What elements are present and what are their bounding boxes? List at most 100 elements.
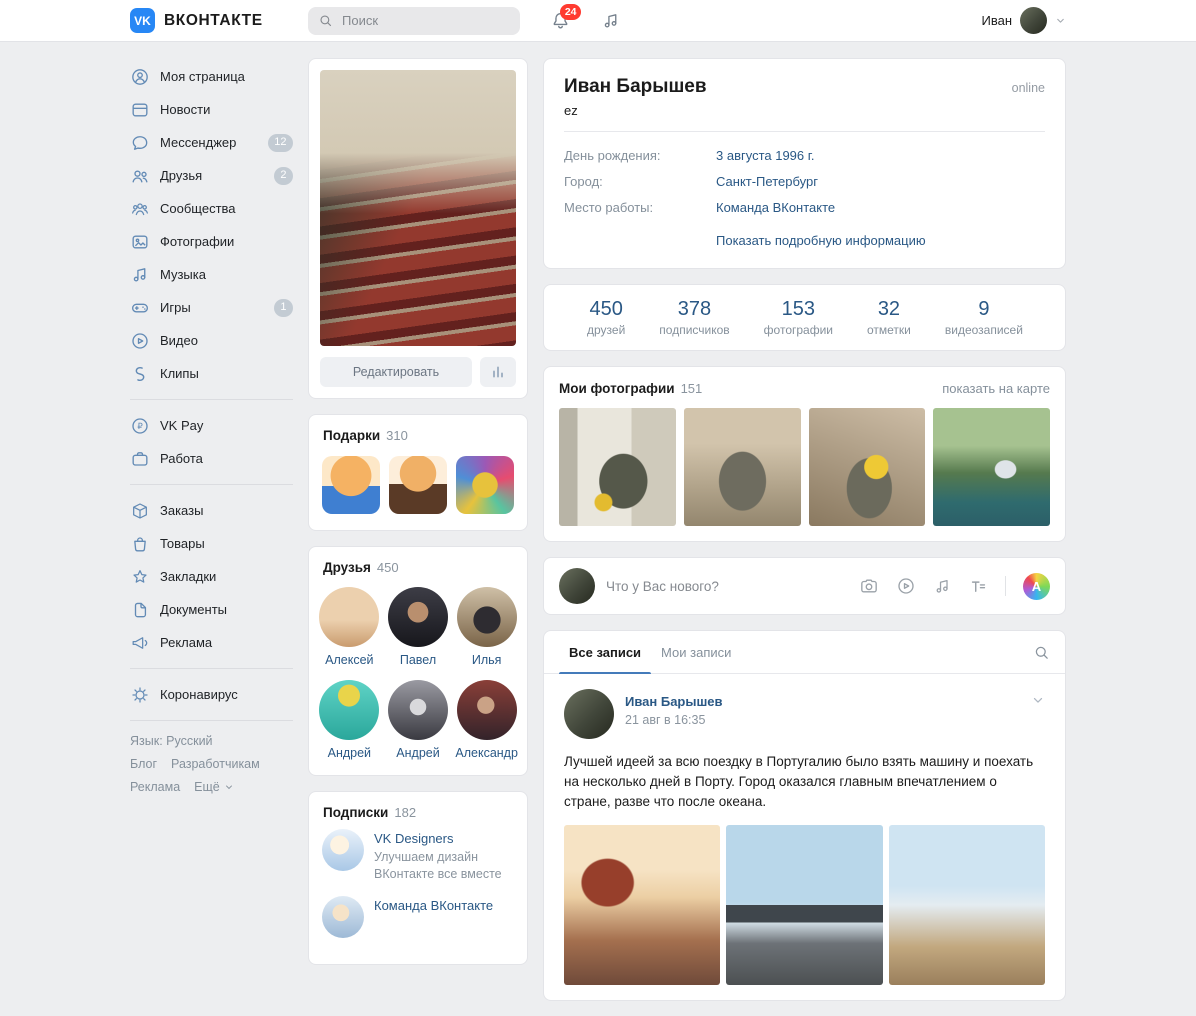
wall-search-button[interactable] xyxy=(1033,644,1050,661)
attach-music-button[interactable] xyxy=(933,577,952,596)
footer-developers-link[interactable]: Разработчикам xyxy=(171,757,260,771)
sidebar-item-games[interactable]: Игры 1 xyxy=(130,291,293,324)
profile-icon xyxy=(130,67,150,87)
tab-my-posts[interactable]: Мои записи xyxy=(651,631,741,673)
friend-item[interactable]: Павел xyxy=(386,587,451,667)
sidebar-item-bookmarks[interactable]: Закладки xyxy=(130,560,293,593)
footer-more-link[interactable]: Ещё xyxy=(194,780,234,794)
sidebar-item-ads[interactable]: Реклама xyxy=(130,626,293,659)
profile-name: Иван Барышев xyxy=(564,76,707,98)
friend-item[interactable]: Алексей xyxy=(317,587,382,667)
gift-balloons-image[interactable] xyxy=(456,456,514,514)
vk-logo[interactable]: VK ВКОНТАКТЕ xyxy=(130,8,308,33)
footer-ads-link[interactable]: Реклама xyxy=(130,780,180,794)
search-input[interactable] xyxy=(340,12,510,29)
friend-avatar xyxy=(457,680,517,740)
sidebar-item-vk-pay[interactable]: ₽ VK Pay xyxy=(130,409,293,442)
edit-profile-button[interactable]: Редактировать xyxy=(320,357,472,387)
friend-item[interactable]: Александр xyxy=(454,680,519,760)
vk-pay-icon: ₽ xyxy=(130,416,150,436)
sidebar-item-music[interactable]: Музыка xyxy=(130,258,293,291)
subscription-item[interactable]: Команда ВКонтакте xyxy=(322,896,514,938)
friend-item[interactable]: Андрей xyxy=(317,680,382,760)
post-photo-thumbnail[interactable] xyxy=(726,825,882,985)
post-photo-thumbnail[interactable] xyxy=(889,825,1045,985)
sidebar-item-news[interactable]: Новости xyxy=(130,93,293,126)
attach-video-button[interactable] xyxy=(896,576,916,596)
sidebar-item-clips[interactable]: Клипы xyxy=(130,357,293,390)
sidebar-item-market[interactable]: Товары xyxy=(130,527,293,560)
my-photos-title[interactable]: Мои фотографии xyxy=(559,381,675,396)
counter-photos[interactable]: 153 фотографии xyxy=(747,298,850,337)
profile-photo[interactable] xyxy=(320,70,516,346)
sidebar-item-documents[interactable]: Документы xyxy=(130,593,293,626)
notifications-button[interactable]: 24 xyxy=(550,10,571,31)
poster-background-button[interactable]: A xyxy=(1023,573,1050,600)
sidebar-divider xyxy=(130,668,293,669)
photo-thumbnail[interactable] xyxy=(559,408,676,526)
composer-avatar[interactable] xyxy=(559,568,595,604)
subscription-item[interactable]: VK Designers Улучшаем дизайн ВКонтакте в… xyxy=(322,829,514,883)
statistics-button[interactable] xyxy=(480,357,516,387)
friend-item[interactable]: Андрей xyxy=(386,680,451,760)
profile-status-text[interactable]: ez xyxy=(564,103,1045,118)
sidebar-item-label: Новости xyxy=(160,102,210,117)
counter-value: 9 xyxy=(945,298,1023,321)
post-author-name[interactable]: Иван Барышев xyxy=(625,689,723,709)
sidebar-item-label: Заказы xyxy=(160,503,203,518)
tab-all-posts[interactable]: Все записи xyxy=(559,631,651,673)
sidebar-item-friends[interactable]: Друзья 2 xyxy=(130,159,293,192)
sidebar-item-coronavirus[interactable]: Коронавирус xyxy=(130,678,293,711)
sidebar-item-jobs[interactable]: Работа xyxy=(130,442,293,475)
photo-thumbnail[interactable] xyxy=(809,408,926,526)
post-date[interactable]: 21 авг в 16:35 xyxy=(625,713,723,727)
sidebar-item-my-page[interactable]: Моя страница xyxy=(130,60,293,93)
virus-icon xyxy=(130,685,150,705)
composer-input[interactable]: Что у Вас нового? xyxy=(606,579,848,594)
divider xyxy=(564,131,1045,132)
counter-friends[interactable]: 450 друзей xyxy=(570,298,642,337)
post-photo-thumbnail[interactable] xyxy=(564,825,720,985)
gamepad-icon xyxy=(130,298,150,318)
post-author-avatar[interactable] xyxy=(564,689,614,739)
gifts-count: 310 xyxy=(386,428,408,443)
music-button[interactable] xyxy=(601,11,621,31)
gift-cake-image[interactable] xyxy=(389,456,447,514)
counter-tags[interactable]: 32 отметки xyxy=(850,298,928,337)
workplace-link[interactable]: Команда ВКонтакте xyxy=(716,200,835,215)
friend-avatar xyxy=(388,587,448,647)
sidebar-item-photos[interactable]: Фотографии xyxy=(130,225,293,258)
birthday-link[interactable]: 3 августа 1996 г. xyxy=(716,148,815,163)
footer-blog-link[interactable]: Блог xyxy=(130,757,157,771)
communities-icon xyxy=(130,199,150,219)
counter-videos[interactable]: 9 видеозаписей xyxy=(928,298,1040,337)
text-format-button[interactable] xyxy=(969,577,988,596)
messenger-badge: 12 xyxy=(268,134,293,152)
show-more-info-link[interactable]: Показать подробную информацию xyxy=(716,233,926,248)
gifts-title[interactable]: Подарки xyxy=(323,428,380,443)
photo-thumbnail[interactable] xyxy=(684,408,801,526)
vk-logo-text: ВКОНТАКТЕ xyxy=(164,12,263,30)
show-on-map-link[interactable]: показать на карте xyxy=(942,381,1050,396)
sidebar-item-orders[interactable]: Заказы xyxy=(130,494,293,527)
search-icon xyxy=(1033,644,1050,661)
friend-item[interactable]: Илья xyxy=(454,587,519,667)
vk-logo-glyph: VK xyxy=(134,14,151,28)
article-icon xyxy=(969,577,988,596)
footer-language-link[interactable]: Язык: Русский xyxy=(130,734,213,748)
gift-foxes-image[interactable] xyxy=(322,456,380,514)
city-link[interactable]: Санкт-Петербург xyxy=(716,174,818,189)
sidebar-item-communities[interactable]: Сообщества xyxy=(130,192,293,225)
header-user-menu[interactable]: Иван xyxy=(981,7,1066,34)
friends-title[interactable]: Друзья xyxy=(323,560,371,575)
chevron-down-icon xyxy=(1031,693,1045,707)
counter-label: фотографии xyxy=(764,323,833,337)
subscriptions-title[interactable]: Подписки xyxy=(323,805,388,820)
attach-photo-button[interactable] xyxy=(859,576,879,596)
global-search[interactable] xyxy=(308,7,520,35)
sidebar-item-messenger[interactable]: Мессенджер 12 xyxy=(130,126,293,159)
photo-thumbnail[interactable] xyxy=(933,408,1050,526)
post-menu-button[interactable] xyxy=(1031,689,1045,739)
sidebar-item-video[interactable]: Видео xyxy=(130,324,293,357)
counter-followers[interactable]: 378 подписчиков xyxy=(642,298,746,337)
